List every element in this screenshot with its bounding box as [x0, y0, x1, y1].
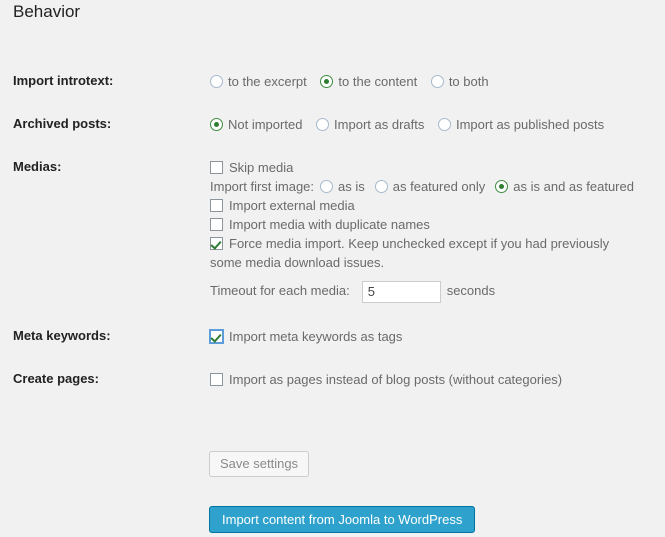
checkbox-label: Import external media: [229, 198, 355, 213]
field-meta-keywords: Import meta keywords as tags: [210, 315, 665, 358]
checkbox-import-meta-keywords-as-tags[interactable]: Import meta keywords as tags: [210, 327, 665, 346]
radio-label: as is: [338, 179, 365, 194]
radio-icon[interactable]: [374, 180, 388, 193]
checkbox-import-external-media[interactable]: Import external media: [210, 196, 665, 215]
radio-label: to the content: [338, 74, 418, 89]
radio-icon-selected[interactable]: [320, 75, 334, 88]
checkbox-label: Skip media: [229, 160, 294, 175]
checkbox-label: Import media with duplicate names: [229, 217, 430, 232]
row-meta-keywords: Meta keywords: Import meta keywords as t…: [0, 315, 665, 358]
radio-label: as is and as featured: [513, 179, 634, 194]
checkbox-icon-checked[interactable]: [210, 237, 223, 250]
checkbox-label: Force media import. Keep unchecked excep…: [210, 236, 610, 270]
radio-option-to-the-content[interactable]: to the content: [320, 73, 417, 91]
radio-option-as-is[interactable]: as is: [320, 178, 365, 196]
radio-option-as-featured-only[interactable]: as featured only: [374, 178, 486, 196]
radio-label: Import as drafts: [334, 117, 425, 132]
row-create-pages: Create pages: Import as pages instead of…: [0, 358, 665, 401]
checkbox-import-duplicate-names[interactable]: Import media with duplicate names: [210, 215, 665, 234]
checkbox-label: Import meta keywords as tags: [229, 329, 403, 344]
row-import-introtext: Import introtext: to the excerpt to the …: [0, 60, 665, 103]
radio-icon-selected[interactable]: [210, 118, 223, 131]
checkbox-icon[interactable]: [210, 161, 223, 174]
timeout-label: Timeout for each media:: [210, 283, 350, 298]
timeout-input[interactable]: [361, 280, 441, 303]
checkbox-icon[interactable]: [210, 199, 223, 212]
checkbox-icon[interactable]: [210, 218, 223, 231]
checkbox-icon-checked[interactable]: [210, 330, 223, 343]
radio-option-to-the-excerpt[interactable]: to the excerpt: [210, 73, 307, 91]
field-medias: Skip media Import first image: as is as fe…: [210, 146, 665, 315]
label-create-pages: Create pages:: [13, 371, 99, 386]
radio-option-as-is-and-as-featured[interactable]: as is and as featured: [495, 178, 634, 196]
import-first-image-group: Import first image: as is as featured only…: [210, 177, 665, 196]
radio-icon-selected[interactable]: [495, 180, 509, 193]
radio-label: Import as published posts: [455, 117, 605, 132]
label-medias: Medias:: [13, 159, 62, 174]
radio-option-not-imported[interactable]: Not imported: [210, 116, 302, 134]
radio-option-import-as-drafts[interactable]: Import as drafts: [316, 116, 424, 134]
label-archived-posts: Archived posts:: [13, 116, 112, 131]
radio-icon[interactable]: [210, 75, 223, 88]
radio-icon[interactable]: [430, 75, 444, 88]
radio-option-to-both[interactable]: to both: [430, 73, 489, 91]
radio-label: to the excerpt: [228, 74, 307, 89]
radio-label: to both: [448, 74, 489, 89]
radio-icon[interactable]: [437, 118, 451, 131]
save-settings-button[interactable]: Save settings: [209, 451, 310, 477]
radio-option-import-as-published-posts[interactable]: Import as published posts: [437, 116, 605, 134]
checkbox-import-as-pages[interactable]: Import as pages instead of blog posts (w…: [210, 370, 665, 389]
checkbox-force-media-import[interactable]: Force media import. Keep unchecked excep…: [210, 234, 640, 272]
import-first-image-prefix: Import first image:: [210, 179, 315, 194]
settings-page: Behavior Import introtext: to the excerp…: [0, 0, 665, 537]
radio-icon[interactable]: [316, 118, 330, 131]
checkbox-skip-media[interactable]: Skip media: [210, 158, 665, 177]
radio-label: as featured only: [392, 179, 486, 194]
label-meta-keywords: Meta keywords:: [13, 328, 111, 343]
page-title: Behavior: [13, 2, 81, 21]
field-archived-posts: Not imported Import as drafts Import as …: [210, 103, 665, 146]
radio-icon[interactable]: [320, 180, 334, 193]
row-medias: Medias: Skip media Import first image: as…: [0, 146, 665, 315]
field-create-pages: Import as pages instead of blog posts (w…: [210, 358, 665, 401]
label-import-introtext: Import introtext:: [13, 73, 114, 88]
import-content-button[interactable]: Import content from Joomla to WordPress: [209, 506, 476, 533]
timeout-unit-label: seconds: [446, 283, 496, 298]
checkbox-label: Import as pages instead of blog posts (w…: [229, 372, 563, 387]
field-import-introtext: to the excerpt to the content to both: [210, 60, 665, 103]
row-archived-posts: Archived posts: Not imported Import as d…: [0, 103, 665, 146]
timeout-field-group: Timeout for each media: seconds: [210, 279, 665, 303]
behavior-settings-table: Import introtext: to the excerpt to the …: [0, 60, 665, 401]
checkbox-icon[interactable]: [210, 373, 223, 386]
radio-label: Not imported: [228, 117, 303, 132]
